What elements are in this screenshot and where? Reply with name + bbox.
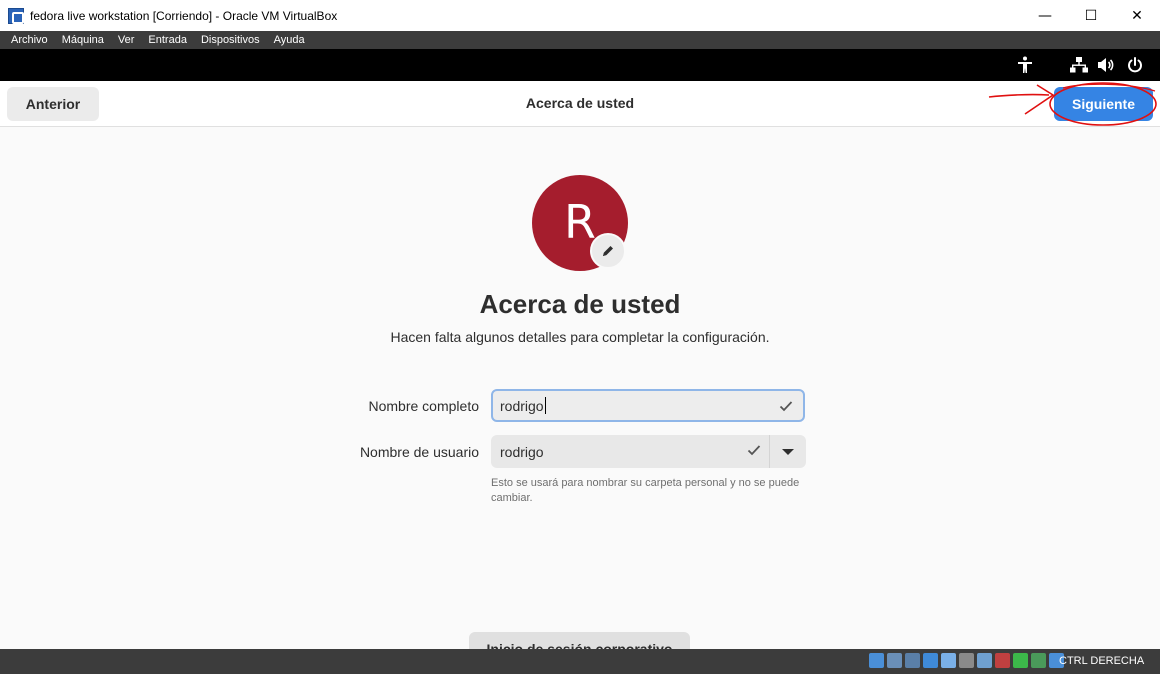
chevron-down-icon <box>782 448 794 455</box>
gnome-topbar <box>0 49 1160 81</box>
username-label: Nombre de usuario <box>359 444 479 460</box>
window-title: fedora live workstation [Corriendo] - Or… <box>30 8 338 23</box>
window-controls: — ☐ ✕ <box>1022 0 1160 31</box>
fullname-label: Nombre completo <box>368 398 480 414</box>
check-icon <box>747 445 761 456</box>
next-button[interactable]: Siguiente <box>1054 87 1153 121</box>
hdd-icon[interactable] <box>869 653 884 668</box>
recording-icon[interactable] <box>995 653 1010 668</box>
virtualbox-app-icon <box>8 7 24 24</box>
vbox-statusbar: CTRL DERECHA <box>0 649 1160 674</box>
network-icon[interactable] <box>1069 55 1089 75</box>
username-value: rodrigo <box>500 443 544 460</box>
power-icon[interactable] <box>1125 55 1145 75</box>
enterprise-login-button[interactable]: Inicio de sesión corporativo <box>469 632 690 649</box>
close-button[interactable]: ✕ <box>1114 0 1160 31</box>
status-tray <box>869 653 1064 668</box>
accessibility-icon[interactable] <box>1015 55 1035 75</box>
menu-dispositivos[interactable]: Dispositivos <box>194 34 267 46</box>
username-dropdown-button[interactable] <box>770 435 806 468</box>
volume-icon[interactable] <box>1096 55 1116 75</box>
text-cursor <box>544 397 546 414</box>
fullname-value: rodrigo <box>500 397 544 414</box>
audio-icon[interactable] <box>905 653 920 668</box>
vbox-menubar: Archivo Máquina Ver Entrada Dispositivos… <box>0 31 1160 49</box>
username-combo[interactable]: rodrigo <box>491 435 806 468</box>
usb-icon[interactable] <box>941 653 956 668</box>
pencil-icon <box>603 246 613 256</box>
menu-ver[interactable]: Ver <box>111 34 142 46</box>
menu-ayuda[interactable]: Ayuda <box>267 34 312 46</box>
minimize-button[interactable]: — <box>1022 0 1068 31</box>
guest-screen: Anterior Acerca de usted Siguiente R Ace… <box>0 49 1160 649</box>
network-icon[interactable] <box>923 653 938 668</box>
cpu-icon[interactable] <box>1013 653 1028 668</box>
vbox-titlebar: fedora live workstation [Corriendo] - Or… <box>0 0 1160 31</box>
shared-folder-icon[interactable] <box>959 653 974 668</box>
avatar-initial: R <box>564 195 596 249</box>
optical-icon[interactable] <box>887 653 902 668</box>
maximize-button[interactable]: ☐ <box>1068 0 1114 31</box>
edit-avatar-button[interactable] <box>590 233 626 269</box>
menu-maquina[interactable]: Máquina <box>55 34 111 46</box>
header-bar: Anterior Acerca de usted Siguiente <box>0 81 1160 127</box>
fullname-input[interactable]: rodrigo <box>491 389 805 422</box>
menu-archivo[interactable]: Archivo <box>4 34 55 46</box>
host-key-label: CTRL DERECHA <box>1059 655 1145 667</box>
menu-entrada[interactable]: Entrada <box>141 34 194 46</box>
page-title: Acerca de usted <box>479 289 681 319</box>
page-subtitle: Hacen falta algunos detalles para comple… <box>390 329 770 345</box>
mouse-icon[interactable] <box>1031 653 1046 668</box>
display-icon[interactable] <box>977 653 992 668</box>
username-hint: Esto se usará para nombrar su carpeta pe… <box>491 477 800 504</box>
header-title: Acerca de usted <box>525 95 635 111</box>
check-icon <box>779 401 793 412</box>
